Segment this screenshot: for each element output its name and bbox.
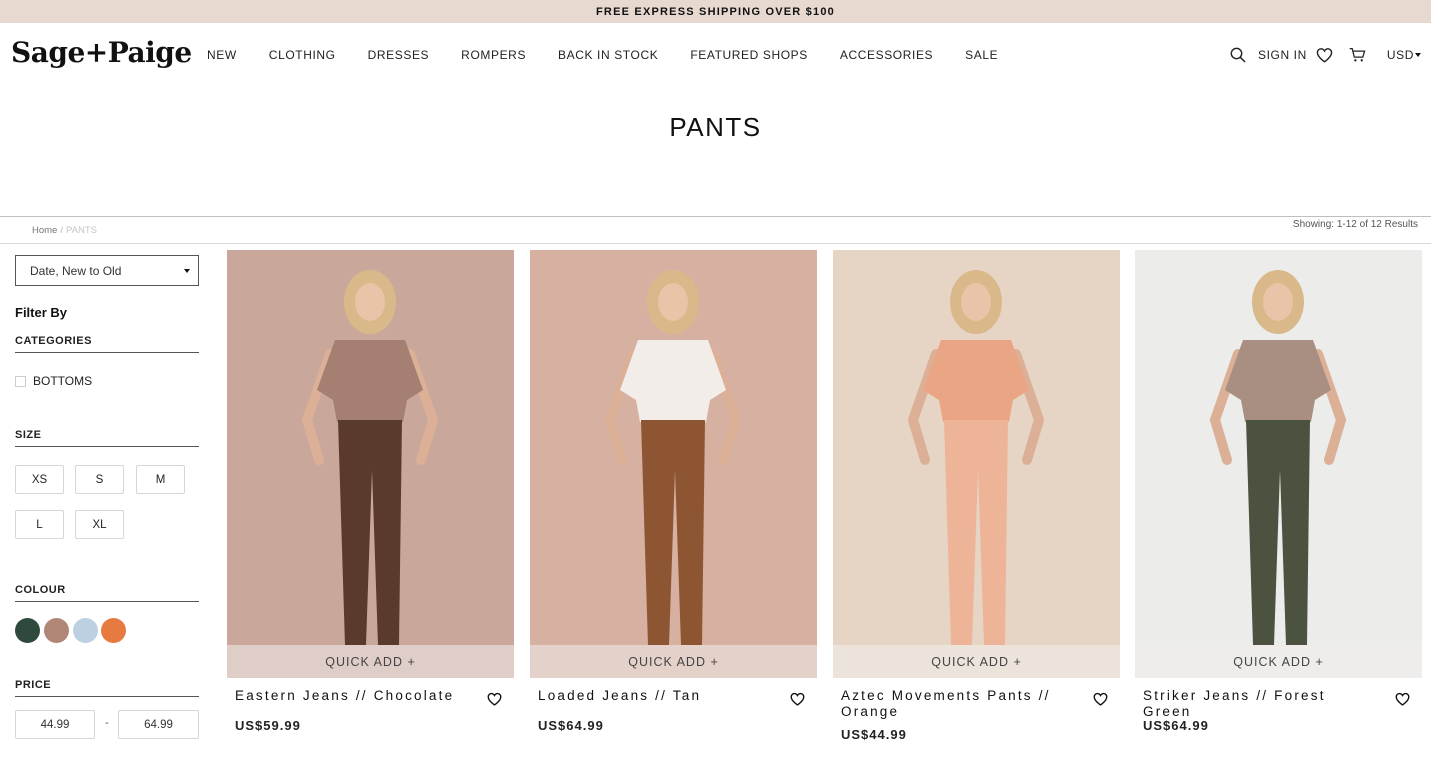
product-name[interactable]: Loaded Jeans // Tan — [538, 688, 768, 704]
product-name[interactable]: Striker Jeans // Forest Green — [1143, 688, 1373, 720]
brand-logo[interactable]: Sage+Paige — [11, 36, 192, 69]
figure-top — [923, 340, 1029, 422]
caret-down-icon — [184, 269, 190, 273]
product-price: US$44.99 — [841, 727, 907, 742]
figure-top — [620, 340, 726, 422]
sort-selected: Date, New to Old — [30, 263, 122, 278]
size-xs-button[interactable]: XS — [15, 465, 64, 494]
filter-sidebar: Date, New to Old Filter By CATEGORIES BO… — [15, 255, 199, 739]
product-card[interactable]: QUICK ADD + Aztec Movements Pants // Ora… — [833, 250, 1120, 742]
results-count: Showing: 1-12 of 12 Results — [1292, 219, 1418, 230]
figure-pants — [1246, 420, 1310, 645]
figure-head — [961, 283, 991, 321]
product-photo[interactable]: QUICK ADD + — [833, 250, 1120, 678]
product-price: US$64.99 — [1143, 718, 1209, 733]
announcement-text: FREE EXPRESS SHIPPING OVER $100 — [596, 5, 835, 18]
product-card[interactable]: QUICK ADD + Striker Jeans // Forest Gree… — [1135, 250, 1422, 733]
nav-back-in-stock[interactable]: BACK IN STOCK — [558, 48, 658, 62]
quick-add-button[interactable]: QUICK ADD + — [227, 645, 514, 678]
colour-swatch-mauve[interactable] — [44, 618, 69, 643]
figure-pants — [641, 420, 705, 645]
wishlist-heart-icon[interactable] — [1395, 692, 1410, 707]
sort-dropdown[interactable]: Date, New to Old — [15, 255, 199, 286]
nav-new[interactable]: NEW — [207, 48, 237, 62]
colour-heading: COLOUR — [15, 584, 199, 602]
wishlist-heart-icon[interactable] — [487, 692, 502, 707]
product-name[interactable]: Aztec Movements Pants // Orange — [841, 688, 1071, 720]
wishlist-heart-icon[interactable] — [1093, 692, 1108, 707]
nav-accessories[interactable]: ACCESSORIES — [840, 48, 933, 62]
page-title: PANTS — [669, 112, 762, 142]
nav-dresses[interactable]: DRESSES — [368, 48, 430, 62]
colour-swatch-light-blue[interactable] — [73, 618, 98, 643]
breadcrumb-current: PANTS — [65, 225, 97, 236]
cart-icon[interactable] — [1349, 46, 1367, 64]
figure-head — [355, 283, 385, 321]
breadcrumb: Home / PANTS — [32, 225, 97, 236]
figure-head — [658, 283, 688, 321]
search-icon[interactable] — [1229, 46, 1247, 64]
product-photo[interactable]: QUICK ADD + — [1135, 250, 1422, 678]
caret-down-icon — [1415, 52, 1421, 57]
currency-label: USD — [1386, 47, 1414, 62]
colour-swatch-orange[interactable] — [101, 618, 126, 643]
figure-head — [1263, 283, 1293, 321]
currency-selector[interactable]: USD — [1387, 48, 1421, 62]
filter-by-heading: Filter By — [15, 305, 68, 320]
product-photo[interactable]: QUICK ADD + — [530, 250, 817, 678]
wishlist-heart-icon[interactable] — [790, 692, 805, 707]
price-heading: PRICE — [15, 679, 199, 697]
figure-pants — [944, 420, 1008, 645]
wishlist-heart-icon[interactable] — [1316, 46, 1334, 64]
quick-add-button[interactable]: QUICK ADD + — [1135, 645, 1422, 678]
quick-add-button[interactable]: QUICK ADD + — [833, 645, 1120, 678]
nav-sale[interactable]: SALE — [965, 48, 998, 62]
size-s-button[interactable]: S — [75, 465, 124, 494]
site-header: Sage+Paige NEW CLOTHING DRESSES ROMPERS … — [0, 23, 1431, 86]
figure-pants — [338, 420, 402, 645]
category-checkbox[interactable] — [15, 375, 26, 387]
size-l-button[interactable]: L — [15, 510, 64, 539]
product-price: US$64.99 — [538, 718, 604, 733]
main-nav: NEW CLOTHING DRESSES ROMPERS BACK IN STO… — [207, 23, 1030, 86]
product-photo[interactable]: QUICK ADD + — [227, 250, 514, 678]
size-m-button[interactable]: M — [136, 465, 185, 494]
product-card[interactable]: QUICK ADD + Loaded Jeans // Tan US$64.99 — [530, 250, 817, 733]
categories-heading: CATEGORIES — [15, 335, 199, 353]
product-card[interactable]: QUICK ADD + Eastern Jeans // Chocolate U… — [227, 250, 514, 733]
category-bottoms[interactable]: BOTTOMS — [15, 374, 92, 388]
breadcrumb-bar: Home / PANTS Showing: 1-12 of 12 Results — [0, 216, 1431, 244]
size-heading: SIZE — [15, 429, 199, 447]
announcement-bar: FREE EXPRESS SHIPPING OVER $100 — [0, 0, 1431, 23]
figure-top — [1225, 340, 1331, 422]
category-label: BOTTOMS — [33, 374, 93, 388]
size-xl-button[interactable]: XL — [75, 510, 124, 539]
quick-add-button[interactable]: QUICK ADD + — [530, 645, 817, 678]
breadcrumb-home[interactable]: Home — [32, 225, 57, 236]
price-dash: - — [105, 717, 109, 729]
product-price: US$59.99 — [235, 718, 301, 733]
colour-swatch-green[interactable] — [15, 618, 40, 643]
price-min-input[interactable]: 44.99 — [15, 710, 95, 739]
nav-clothing[interactable]: CLOTHING — [269, 48, 336, 62]
figure-top — [317, 340, 423, 422]
product-name[interactable]: Eastern Jeans // Chocolate — [235, 688, 465, 704]
nav-featured-shops[interactable]: FEATURED SHOPS — [690, 48, 808, 62]
sign-in-link[interactable]: SIGN IN — [1258, 48, 1307, 62]
price-max-input[interactable]: 64.99 — [118, 710, 199, 739]
header-utilities: SIGN IN USD — [1229, 23, 1421, 86]
nav-rompers[interactable]: ROMPERS — [461, 48, 526, 62]
breadcrumb-separator: / — [60, 225, 63, 236]
